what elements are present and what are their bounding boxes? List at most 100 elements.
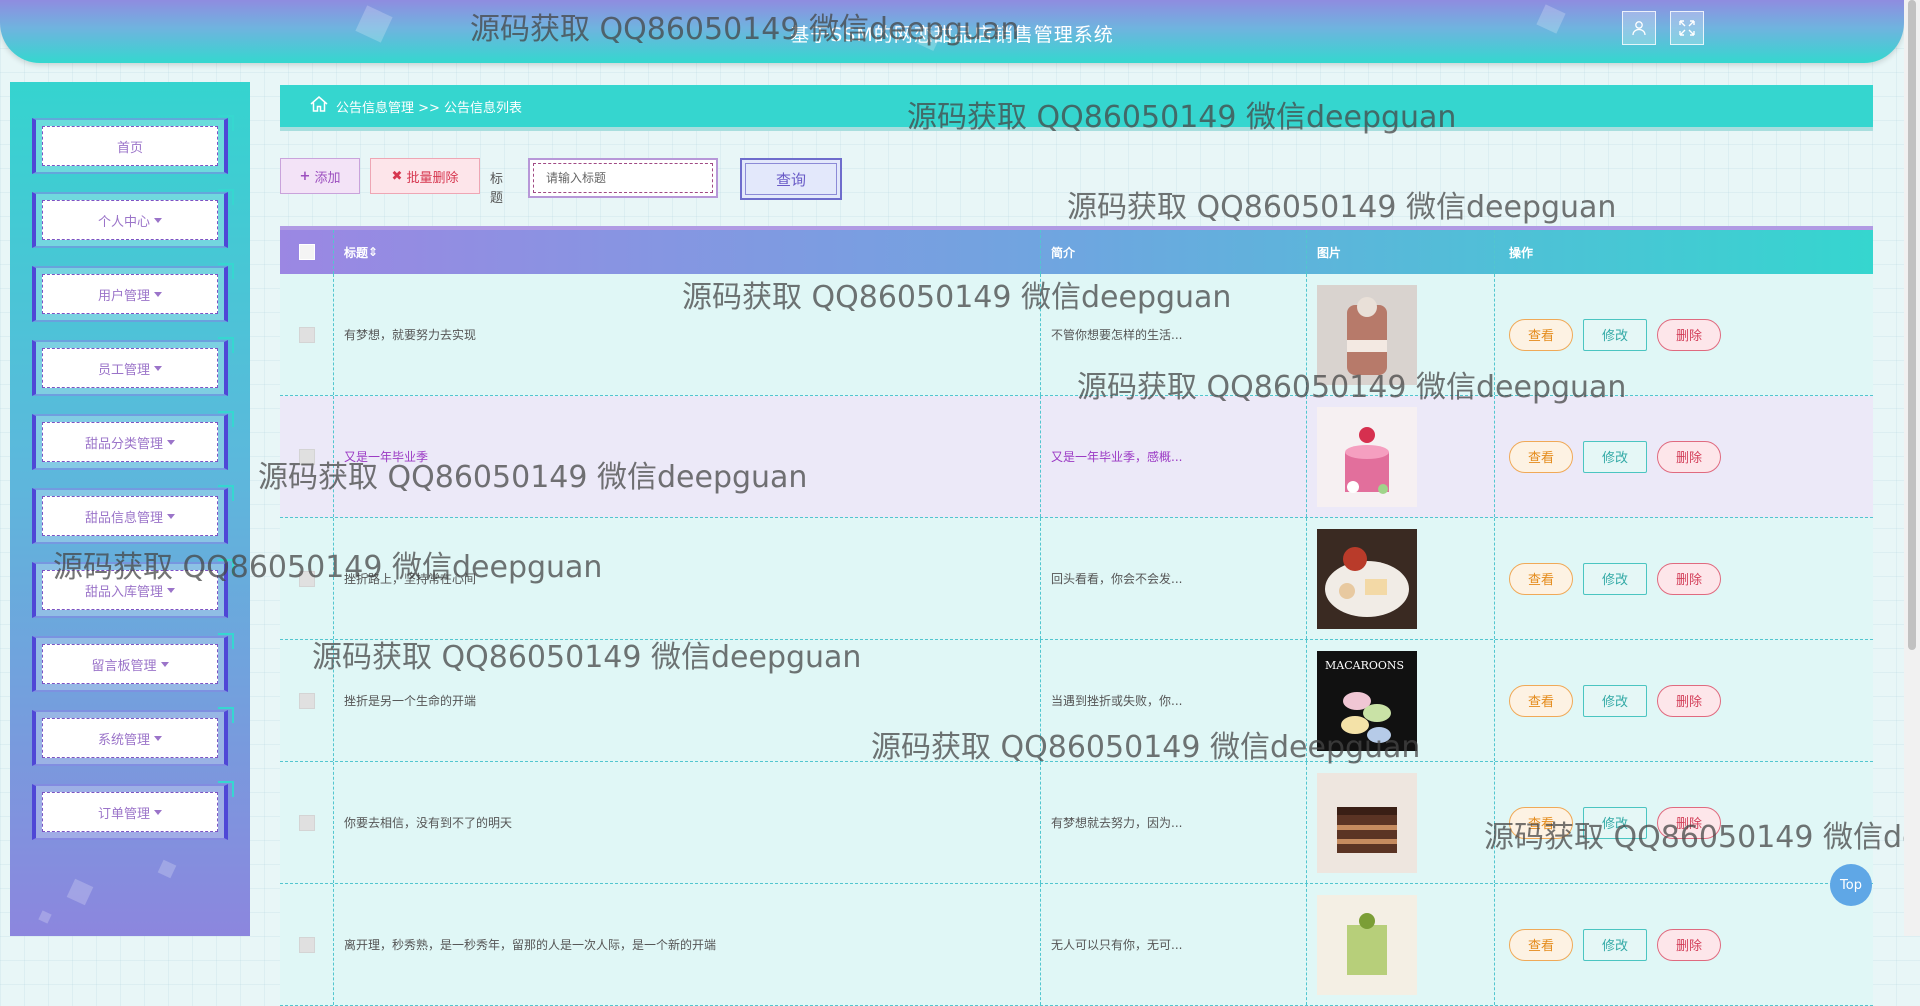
edit-button[interactable]: 修改 xyxy=(1583,928,1647,961)
view-button[interactable]: 查看 xyxy=(1509,562,1573,595)
view-button[interactable]: 查看 xyxy=(1509,440,1573,473)
scrollbar-thumb[interactable] xyxy=(1908,0,1916,650)
sidebar-item-inner: 系统管理 xyxy=(42,718,218,758)
sidebar-item[interactable]: 用户管理 xyxy=(32,263,234,322)
row-select-cell xyxy=(280,640,334,761)
intro-cell: 无人可以只有你，无可... xyxy=(1041,884,1307,1005)
edit-button[interactable]: 修改 xyxy=(1583,684,1647,717)
row-checkbox[interactable] xyxy=(298,570,315,587)
batch-delete-button[interactable]: ✖ 批量删除 xyxy=(370,158,480,194)
breadcrumb: 公告信息管理 >> 公告信息列表 xyxy=(280,85,1873,131)
header-title[interactable]: 标题 ⇕ xyxy=(334,230,1041,274)
row-checkbox[interactable] xyxy=(298,936,315,953)
delete-button[interactable]: 删除 xyxy=(1657,318,1721,351)
table-row: 你要去相信，没有到不了的明天 有梦想就去努力，因为... 查看 修改 删除 xyxy=(280,762,1873,884)
title-cell: 挫折路上，坚持常在心间 xyxy=(334,518,1041,639)
sidebar-item[interactable]: 系统管理 xyxy=(32,707,234,766)
sidebar-item-inner: 首页 xyxy=(42,126,218,166)
back-to-top-button[interactable]: Top xyxy=(1830,864,1872,906)
thumbnail-image xyxy=(1317,894,1417,995)
delete-button[interactable]: 删除 xyxy=(1657,684,1721,717)
title-cell: 有梦想，就要努力去实现 xyxy=(334,274,1041,395)
sidebar-item[interactable]: 留言板管理 xyxy=(32,633,234,692)
edit-button[interactable]: 修改 xyxy=(1583,806,1647,839)
edit-button[interactable]: 修改 xyxy=(1583,318,1647,351)
sidebar-item[interactable]: 个人中心 xyxy=(32,189,234,248)
sidebar-item[interactable]: 甜品信息管理 xyxy=(32,485,234,544)
sidebar-item-label: 员工管理 xyxy=(97,362,150,378)
thumbnail-image: MACAROONS xyxy=(1317,650,1417,751)
image-cell xyxy=(1307,518,1495,639)
row-checkbox[interactable] xyxy=(298,326,315,343)
top-header: 基于SSM的网恋甜品店销售管理系统 xyxy=(0,0,1904,63)
decor-corner xyxy=(218,115,234,131)
watermark: 源码获取 QQ86050149 微信deepguan xyxy=(1067,190,1617,225)
thumbnail-image xyxy=(1317,528,1417,629)
sidebar-item-inner: 用户管理 xyxy=(42,274,218,314)
actions-cell: 查看 修改 删除 xyxy=(1495,396,1873,517)
image-cell: MACAROONS xyxy=(1307,640,1495,761)
row-checkbox[interactable] xyxy=(298,448,315,465)
decor-corner xyxy=(218,263,234,279)
actions-cell: 查看 修改 删除 xyxy=(1495,518,1873,639)
caret-down-icon xyxy=(154,735,162,741)
sidebar-item-label: 甜品信息管理 xyxy=(84,510,163,526)
sidebar-item[interactable]: 员工管理 xyxy=(32,337,234,396)
breadcrumb-text: 公告信息管理 >> 公告信息列表 xyxy=(336,100,523,116)
title-search-input[interactable] xyxy=(533,163,713,193)
sidebar-item[interactable]: 甜品入库管理 xyxy=(32,559,234,618)
table-row: 挫折是另一个生命的开端 当遇到挫折或失败，你... MACAROONS 查看 修改 删除 xyxy=(280,640,1873,762)
query-button[interactable]: 查询 xyxy=(740,158,842,200)
decor-corner xyxy=(218,485,234,501)
sidebar-item-inner: 订单管理 xyxy=(42,792,218,832)
select-all-checkbox[interactable] xyxy=(298,244,315,260)
add-button[interactable]: + 添加 xyxy=(280,158,360,194)
sidebar-item-inner: 甜品入库管理 xyxy=(42,570,218,610)
sidebar-item-label: 系统管理 xyxy=(97,732,150,748)
view-button[interactable]: 查看 xyxy=(1509,684,1573,717)
title-filter-label: 标题 xyxy=(490,172,504,206)
x-icon: ✖ xyxy=(391,168,403,184)
notice-table: 标题 ⇕ 简介 图片 操作 有梦想，就要努力去实现 不管你想要怎样的生活... 查看修… xyxy=(280,226,1873,1006)
row-checkbox[interactable] xyxy=(298,814,315,831)
delete-button[interactable]: 删除 xyxy=(1657,928,1721,961)
view-button[interactable]: 查看 xyxy=(1509,928,1573,961)
decor-corner xyxy=(218,559,234,575)
delete-button[interactable]: 删除 xyxy=(1657,806,1721,839)
thumbnail-image xyxy=(1317,284,1417,385)
app-title: 基于SSM的网恋甜品店销售管理系统 xyxy=(790,24,1114,46)
delete-button[interactable]: 删除 xyxy=(1657,440,1721,473)
page-scrollbar[interactable] xyxy=(1904,0,1920,936)
sidebar-item-inner: 员工管理 xyxy=(42,348,218,388)
actions-cell: 查看 修改 删除 xyxy=(1495,762,1873,883)
edit-button[interactable]: 修改 xyxy=(1583,562,1647,595)
delete-button[interactable]: 删除 xyxy=(1657,562,1721,595)
search-box xyxy=(528,158,718,198)
header-intro: 简介 xyxy=(1041,230,1307,274)
view-button[interactable]: 查看 xyxy=(1509,318,1573,351)
header-title-label: 标题 xyxy=(344,245,369,260)
view-button[interactable]: 查看 xyxy=(1509,806,1573,839)
add-button-label: 添加 xyxy=(314,170,341,186)
plus-icon: + xyxy=(299,168,311,184)
sidebar-item[interactable]: 订单管理 xyxy=(32,781,234,840)
user-button[interactable] xyxy=(1622,11,1656,45)
intro-cell: 不管你想要怎样的生活... xyxy=(1041,274,1307,395)
sidebar-item[interactable]: 甜品分类管理 xyxy=(32,411,234,470)
row-checkbox[interactable] xyxy=(298,692,315,709)
sidebar-item-label: 订单管理 xyxy=(97,806,150,822)
fullscreen-button[interactable] xyxy=(1670,11,1704,45)
caret-down-icon xyxy=(154,365,162,371)
sidebar-item-label: 留言板管理 xyxy=(91,658,157,674)
header-image: 图片 xyxy=(1307,230,1495,274)
table-row: 有梦想，就要努力去实现 不管你想要怎样的生活... 查看 修改 删除 xyxy=(280,274,1873,396)
edit-button[interactable]: 修改 xyxy=(1583,440,1647,473)
actions-cell: 查看 修改 删除 xyxy=(1495,884,1873,1005)
caret-down-icon xyxy=(167,513,175,519)
home-icon[interactable] xyxy=(310,96,328,116)
thumbnail-image xyxy=(1317,406,1417,507)
decor-corner xyxy=(218,707,234,723)
sidebar-item[interactable]: 首页 xyxy=(32,115,234,174)
sidebar-item-inner: 甜品分类管理 xyxy=(42,422,218,462)
table-row: 离开理，秒秀熟，是一秒秀年，留那的人是一次人际，是一个新的开端 无人可以只有你，无… xyxy=(280,884,1873,1006)
